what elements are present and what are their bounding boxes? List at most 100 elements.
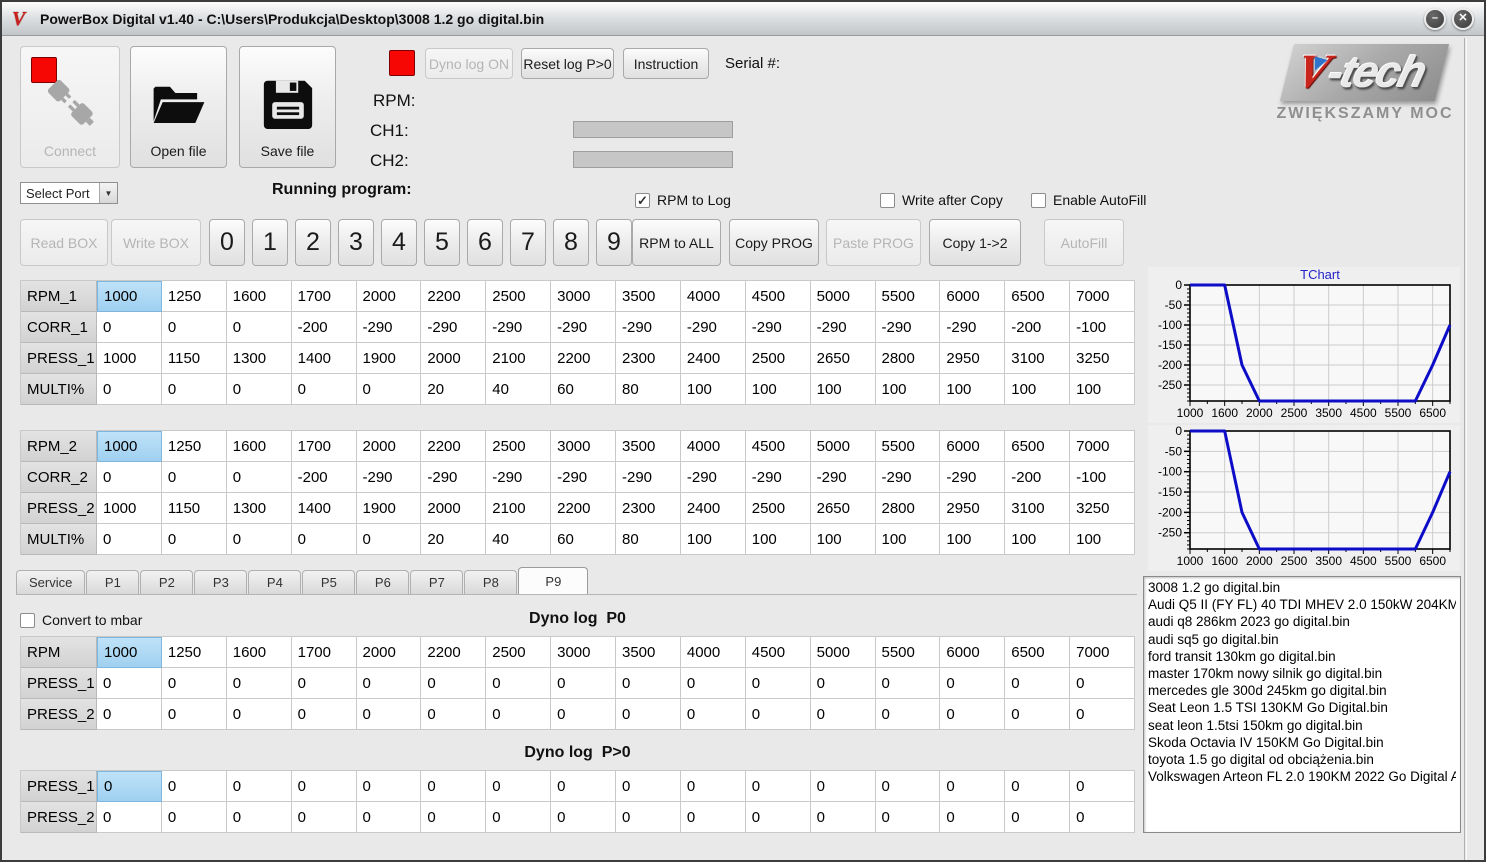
table-cell[interactable]: 3100 [1005,343,1071,374]
table-cell[interactable]: 3000 [551,281,616,312]
table-cell[interactable]: 6000 [940,637,1006,668]
table-cell[interactable]: -290 [810,312,876,343]
table-cell[interactable]: 80 [616,524,681,555]
table-cell[interactable]: 2500 [486,281,552,312]
table-cell[interactable]: 100 [810,524,876,555]
table-cell[interactable]: 2200 [421,637,487,668]
file-item[interactable]: seat leon 1.5tsi 150km go digital.bin [1148,717,1456,734]
open-file-button[interactable]: Open file [130,46,227,168]
table-cell[interactable]: 20 [421,524,487,555]
table-cell[interactable]: 1000 [97,493,162,524]
table-cell[interactable]: 3000 [551,637,616,668]
table-cell[interactable]: 40 [486,524,552,555]
table-cell[interactable]: 0 [161,699,227,730]
table-cell[interactable]: 0 [226,312,292,343]
table-cell[interactable]: 2650 [810,493,876,524]
instruction-button[interactable]: Instruction [623,48,709,79]
program-0-button[interactable]: 0 [209,219,245,266]
table-cell[interactable]: 2500 [486,431,552,462]
table-cell[interactable]: 20 [421,374,487,405]
table-cell[interactable]: 100 [680,374,746,405]
tab-p6[interactable]: P6 [356,570,410,594]
table-cell[interactable]: 3000 [551,431,616,462]
table-cell[interactable]: 1600 [226,637,292,668]
table-cell[interactable]: 5500 [875,281,941,312]
table-cell[interactable]: 2200 [421,431,487,462]
table-cell[interactable]: 0 [226,374,292,405]
table-cell[interactable]: 0 [161,462,227,493]
table-cell[interactable]: 100 [745,524,811,555]
table-cell[interactable]: -290 [356,312,422,343]
table-cell[interactable]: 0 [940,668,1006,699]
table-cell[interactable]: 2800 [875,343,941,374]
table-cell[interactable]: 100 [1005,524,1071,555]
table-cell[interactable]: -290 [940,462,1006,493]
table-cell[interactable]: -290 [551,312,616,343]
file-item[interactable]: Skoda Octavia IV 150KM Go Digital.bin [1148,734,1456,751]
table-cell[interactable]: 0 [226,699,292,730]
table-cell[interactable]: 5500 [875,431,941,462]
table-cell[interactable]: 5000 [810,637,876,668]
tab-p4[interactable]: P4 [248,570,302,594]
table-cell[interactable]: 2300 [616,343,681,374]
table-cell[interactable]: 2950 [940,343,1006,374]
table-cell[interactable]: 6500 [1005,281,1071,312]
table-cell[interactable]: 60 [551,524,616,555]
table-cell[interactable]: 2500 [486,637,552,668]
table-cell[interactable]: 1400 [291,343,357,374]
table-cell[interactable]: 4000 [680,281,746,312]
table-cell[interactable]: 2950 [940,493,1006,524]
table-cell[interactable]: 80 [616,374,681,405]
table-cell[interactable]: 6500 [1005,637,1071,668]
table-cell[interactable]: 0 [486,699,552,730]
table-cell[interactable]: 0 [97,668,162,699]
table-cell[interactable]: 4500 [745,637,811,668]
table-cell[interactable]: 100 [1070,374,1135,405]
file-item[interactable]: Audi Q5 II (FY FL) 40 TDI MHEV 2.0 150kW… [1148,596,1456,613]
table-cell[interactable]: -290 [421,462,487,493]
table-cell[interactable]: 0 [356,668,422,699]
table-cell[interactable]: 0 [97,699,162,730]
table-cell[interactable]: 0 [161,374,227,405]
copy-1-to-2-button[interactable]: Copy 1->2 [929,219,1021,266]
tab-p2[interactable]: P2 [140,570,194,594]
table-cell[interactable]: 1250 [161,281,227,312]
table-cell[interactable]: 0 [97,802,162,833]
table-cell[interactable]: -290 [616,462,681,493]
table-cell[interactable]: 1150 [161,343,227,374]
table-cell[interactable]: 0 [745,802,811,833]
table-cell[interactable]: 2100 [486,493,552,524]
table-cell[interactable]: 1300 [226,343,292,374]
table-cell[interactable]: 0 [486,668,552,699]
reset-log-button[interactable]: Reset log P>0 [521,48,614,79]
table-cell[interactable]: 1700 [291,637,357,668]
table-cell[interactable]: 5000 [810,281,876,312]
table-cell[interactable]: -290 [680,462,746,493]
table-cell[interactable]: 7000 [1070,431,1135,462]
table-cell[interactable]: 1400 [291,493,357,524]
table-cell[interactable]: 0 [421,668,487,699]
table-cell[interactable]: 0 [291,771,357,802]
table-cell[interactable]: 1900 [356,493,422,524]
table-cell[interactable]: 2500 [745,493,811,524]
table-cell[interactable]: 4500 [745,431,811,462]
table-cell[interactable]: 5000 [810,431,876,462]
table-cell[interactable]: 0 [226,668,292,699]
table-cell[interactable]: 0 [291,802,357,833]
table-cell[interactable]: -290 [810,462,876,493]
table-cell[interactable]: 0 [356,771,422,802]
table-cell[interactable]: 0 [486,771,552,802]
table-cell[interactable]: 2000 [356,431,422,462]
table-cell[interactable]: 0 [1070,668,1135,699]
table-cell[interactable]: 0 [1005,699,1071,730]
table-cell[interactable]: 4000 [680,431,746,462]
file-item[interactable]: audi sq5 go digital.bin [1148,631,1456,648]
select-port-dropdown[interactable]: Select Port ▼ [20,182,118,204]
table-cell[interactable]: -290 [486,462,552,493]
table-cell[interactable]: -200 [291,462,357,493]
table-cell[interactable]: 0 [421,802,487,833]
table-cell[interactable]: 0 [616,771,681,802]
table-cell[interactable]: 3100 [1005,493,1071,524]
table-cell[interactable]: 0 [356,699,422,730]
table-cell[interactable]: -100 [1070,462,1135,493]
